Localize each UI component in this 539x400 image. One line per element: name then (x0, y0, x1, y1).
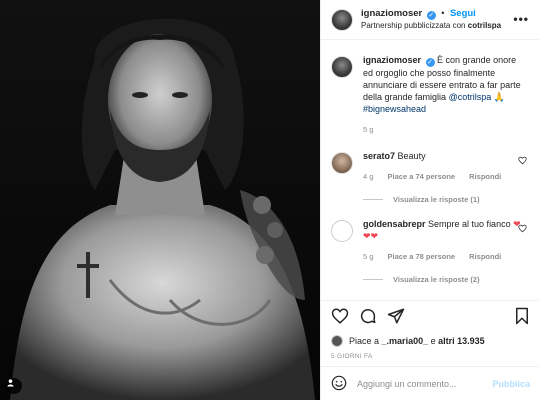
view-replies-label: Visualizza le risposte (1) (393, 195, 480, 204)
likes-prefix: Piace a (349, 336, 380, 346)
comment-age[interactable]: 4 g (363, 172, 373, 181)
add-comment-bar: Pubblica (321, 366, 539, 400)
caption: ignaziomoser ✓ È con grande onore ed org… (331, 54, 527, 136)
replies-divider (363, 279, 383, 280)
follow-button[interactable]: Segui (450, 8, 476, 19)
post-age[interactable]: 5 GIORNI FA (331, 353, 530, 360)
post-viewer: ignaziomoser ✓ • Segui Partnership pubbl… (0, 0, 539, 400)
comment-username[interactable]: goldensabrepr (363, 219, 426, 229)
heart-icon[interactable] (518, 224, 527, 235)
action-icons (331, 307, 530, 327)
heart-icon[interactable] (518, 156, 527, 167)
comment-item: goldensabrepr Sempre al tuo fianco ❤❤❤ 5… (331, 218, 527, 263)
post-header: ignaziomoser ✓ • Segui Partnership pubbl… (321, 0, 539, 40)
more-options-icon[interactable]: ••• (513, 12, 529, 26)
hashtag-link[interactable]: #bignewsahead (363, 104, 426, 114)
comment-text: Beauty (397, 151, 426, 161)
separator-dot: • (441, 8, 445, 18)
bookmark-icon[interactable] (514, 307, 530, 327)
reply-button[interactable]: Rispondi (469, 252, 501, 261)
post-side-panel: ignaziomoser ✓ • Segui Partnership pubbl… (320, 0, 539, 400)
partnership-label: Partnership pubblicizzata con cotrilspa (361, 20, 501, 32)
author-username[interactable]: ignaziomoser (361, 8, 422, 19)
view-replies-label: Visualizza le risposte (2) (393, 275, 480, 284)
comment-text: Sempre al tuo fianco (428, 219, 511, 229)
view-replies-button[interactable]: Visualizza le risposte (1) (363, 195, 527, 204)
avatar[interactable] (331, 335, 343, 347)
portrait-image (0, 0, 320, 400)
caption-body: ignaziomoser ✓ È con grande onore ed org… (363, 54, 523, 136)
likes-user-link[interactable]: _.maria00_ (382, 336, 429, 346)
likes-others-link[interactable]: altri 13.935 (438, 336, 485, 346)
comment-body: serato7 Beauty 4 g Piace a 74 persone Ri… (363, 150, 523, 183)
view-replies-button[interactable]: Visualizza le risposte (2) (363, 275, 527, 284)
caption-age[interactable]: 5 g (363, 125, 373, 134)
post-photo[interactable] (0, 0, 320, 400)
comment-likes[interactable]: Piace a 74 persone (388, 172, 456, 181)
verified-badge-icon: ✓ (425, 58, 435, 67)
comment-meta: 5 g Piace a 78 persone Rispondi (363, 251, 523, 263)
comments-section: ignaziomoser ✓ È con grande onore ed org… (321, 40, 539, 284)
comment-age[interactable]: 5 g (363, 252, 373, 261)
avatar[interactable] (331, 220, 353, 242)
likes-middle: e (430, 336, 436, 346)
comment-input[interactable] (357, 378, 493, 389)
caption-meta: 5 g (363, 124, 523, 136)
replies-divider (363, 199, 383, 200)
comment-body: goldensabrepr Sempre al tuo fianco ❤❤❤ 5… (363, 218, 523, 263)
avatar[interactable] (331, 8, 353, 31)
header-text: ignaziomoser ✓ • Segui Partnership pubbl… (361, 7, 501, 32)
comment-meta: 4 g Piace a 74 persone Rispondi (363, 171, 523, 183)
comment-item: serato7 Beauty 4 g Piace a 74 persone Ri… (331, 150, 527, 183)
avatar[interactable] (331, 152, 353, 174)
heart-icon[interactable] (331, 307, 349, 327)
publish-button[interactable]: Pubblica (492, 379, 530, 389)
avatar[interactable] (331, 56, 353, 78)
caption-username[interactable]: ignaziomoser (363, 55, 421, 65)
partnership-brand-link[interactable]: cotrilspa (468, 21, 501, 30)
verified-badge-icon: ✓ (426, 11, 436, 20)
post-actions: Piace a _.maria00_ e altri 13.935 5 GIOR… (321, 300, 539, 360)
mention-link[interactable]: @cotrilspa (449, 92, 492, 102)
comment-likes[interactable]: Piace a 78 persone (388, 252, 456, 261)
pray-emoji: 🙏 (493, 92, 505, 102)
comment-icon[interactable] (359, 307, 377, 327)
partnership-prefix: Partnership pubblicizzata con (361, 21, 466, 30)
reply-button[interactable]: Rispondi (469, 172, 501, 181)
likes-line: Piace a _.maria00_ e altri 13.935 (331, 335, 530, 347)
share-icon[interactable] (387, 307, 405, 327)
comment-username[interactable]: serato7 (363, 151, 395, 161)
emoji-icon[interactable] (331, 375, 347, 393)
user-tag-icon[interactable] (6, 378, 22, 394)
